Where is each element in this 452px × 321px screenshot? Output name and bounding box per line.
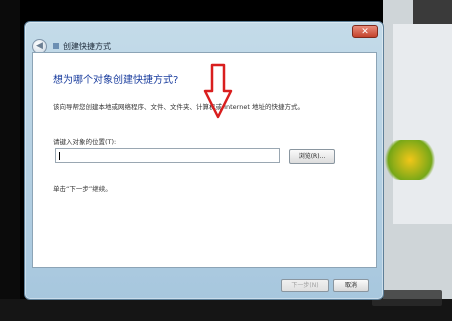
wizard-content-panel: 想为哪个对象创建快捷方式? 该向导帮您创建本地或网络程序、文件、文件夹、计算机或… [32, 52, 377, 268]
cancel-button[interactable]: 取消 [333, 279, 369, 292]
create-shortcut-window: ✕ ◀ 创建快捷方式 想为哪个对象创建快捷方式? 该向导帮您创建本地或网络程序、… [24, 21, 384, 300]
wizard-description: 该向导帮您创建本地或网络程序、文件、文件夹、计算机或 Internet 地址的快… [53, 103, 304, 111]
windows-logo-wallpaper [380, 140, 440, 180]
window-title: 创建快捷方式 [63, 42, 111, 51]
back-arrow-icon: ◀ [36, 41, 43, 51]
location-label: 请键入对象的位置(T): [53, 138, 117, 146]
close-button[interactable]: ✕ [352, 25, 378, 38]
red-down-arrow-annotation [203, 63, 233, 119]
close-icon: ✕ [361, 27, 369, 37]
location-input[interactable] [55, 148, 280, 163]
next-hint: 单击“下一步”继续。 [53, 185, 112, 193]
desktop-right-band [413, 0, 452, 24]
next-button[interactable]: 下一步(N) [281, 279, 329, 292]
page-heading: 想为哪个对象创建快捷方式? [53, 75, 179, 86]
desktop-right-panel [393, 24, 452, 224]
wizard-icon [53, 43, 59, 49]
text-caret [59, 152, 60, 160]
browse-button[interactable]: 浏览(R)... [289, 149, 335, 164]
desktop-background-left [0, 0, 20, 321]
